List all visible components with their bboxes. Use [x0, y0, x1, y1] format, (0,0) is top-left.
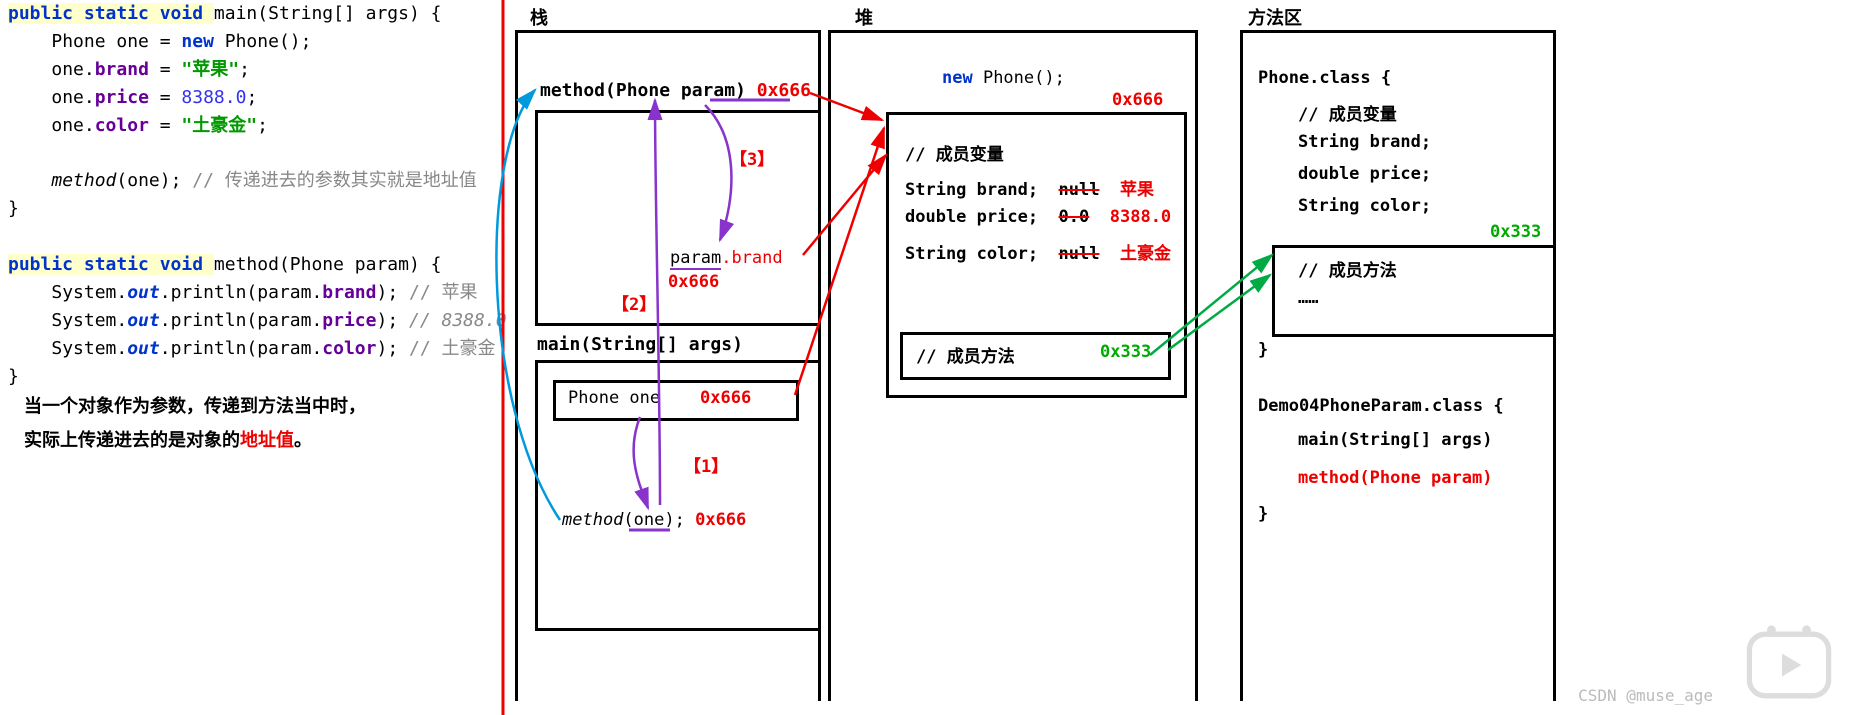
step1-label: 【1】	[684, 452, 728, 477]
ma-memmethod: // 成员方法	[1298, 256, 1397, 281]
ma-main: main(String[] args)	[1298, 430, 1492, 450]
ma-brand: String brand;	[1298, 132, 1431, 152]
stack-method-sig: method(Phone param) 0x666	[540, 80, 811, 101]
section-heap-title: 堆	[855, 4, 873, 30]
heap-membermethod-addr: 0x333	[1100, 342, 1151, 362]
code-block-main: public static void main(String[] args) {…	[8, 0, 508, 390]
ma-close2: }	[1258, 504, 1268, 524]
section-stack-title: 栈	[530, 4, 548, 30]
section-method-area-title: 方法区	[1248, 4, 1302, 30]
watermark-text: CSDN @muse_age	[1578, 686, 1713, 705]
method-area-panel	[1240, 30, 1556, 701]
step2-label: 【2】	[612, 290, 656, 315]
step3-label: 【3】	[730, 145, 774, 170]
ma-demo-class: Demo04PhoneParam.class {	[1258, 396, 1504, 416]
ma-membervar: // 成员变量	[1298, 100, 1397, 125]
stack-method-frame	[535, 110, 821, 326]
heap-new-addr: 0x666	[1112, 90, 1163, 110]
heap-brand-row: String brand; null 苹果	[905, 175, 1154, 200]
heap-price-row: double price; 0.0 8388.0	[905, 207, 1171, 227]
ma-dots: ……	[1298, 288, 1318, 308]
stack-one-addr: 0x666	[700, 388, 751, 408]
ma-method: method(Phone param)	[1298, 468, 1492, 488]
heap-color-row: String color; null 土豪金	[905, 239, 1171, 264]
stack-one-label: Phone one	[568, 388, 660, 408]
csdn-logo-icon	[1745, 625, 1833, 705]
ma-phone-class: Phone.class {	[1258, 68, 1391, 88]
heap-membermethod-label: // 成员方法	[916, 342, 1015, 367]
note-text: 当一个对象作为参数，传递到方法当中时， 实际上传递进去的是对象的地址值。	[24, 390, 366, 458]
stack-param-addr: 0x666	[668, 272, 719, 292]
stack-main-sig: main(String[] args)	[537, 334, 743, 355]
stack-method-call: method(one); 0x666	[562, 510, 746, 530]
ma-memmethod-addr: 0x333	[1490, 222, 1541, 242]
stack-param-brand: param.brand	[670, 248, 783, 268]
ma-price: double price;	[1298, 164, 1431, 184]
heap-new-phone: new Phone();	[942, 68, 1065, 88]
ma-close1: }	[1258, 340, 1268, 360]
heap-membervar-label: // 成员变量	[905, 140, 1004, 165]
ma-color: String color;	[1298, 196, 1431, 216]
